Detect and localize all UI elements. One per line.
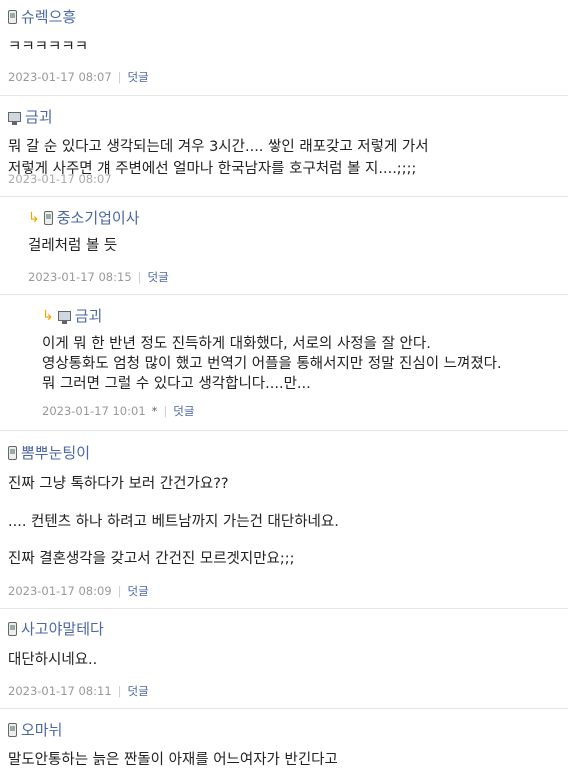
comment-text: 저렇게 사주면 걔 주변에선 얼마나 한국남자를 호구처럼 볼 지....;;;…: [8, 161, 417, 177]
comment-author[interactable]: 슈렉으흥: [8, 6, 76, 27]
comment-item: 오마뉘 말도안통하는 늙은 짠돌이 아재를 어느여자가 반긴다고: [0, 709, 568, 770]
comment-date: 2023-01-17 08:09: [8, 584, 112, 598]
mobile-phone-icon: [8, 445, 17, 460]
reply-link[interactable]: 덧글: [128, 683, 149, 699]
reply-item: ↳ 중소기업이사 걸레처럼 볼 듯 2023-01-17 08:15 | 덧글: [0, 197, 568, 295]
comment-text: 대단하시네요..: [8, 652, 98, 668]
reply-link[interactable]: 덧글: [128, 69, 149, 85]
mobile-phone-icon: [8, 9, 17, 24]
comment-item: 뽐뿌눈팅이 진짜 그냥 톡하다가 보러 간건가요?? .... 컨텐츠 하나 하…: [0, 431, 568, 609]
reply-item: ↳ 금괴 이게 뭐 한 반년 정도 진득하게 대화했다, 서로의 사정을 잘 안…: [0, 295, 568, 431]
meta-separator: |: [117, 70, 122, 84]
comment-text: .... 컨텐츠 하나 하려고 베트남까지 가는건 대단하네요.: [8, 514, 339, 530]
comment-text: 영상통화도 엄청 많이 했고 번역기 어플을 통해서지만 정말 진심이 느껴졌다…: [42, 356, 502, 372]
reply-link[interactable]: 덧글: [173, 403, 194, 419]
reply-arrow-icon: ↳: [28, 209, 40, 226]
author-name[interactable]: 중소기업이사: [57, 207, 140, 228]
comment-author[interactable]: 오마뉘: [8, 719, 62, 740]
comment-author[interactable]: ↳ 중소기업이사: [28, 207, 140, 228]
meta-separator: |: [117, 684, 122, 698]
comment-author[interactable]: 사고야말테다: [8, 618, 104, 639]
meta-separator: |: [163, 404, 168, 418]
comment-meta: 2023-01-17 08:11 | 덧글: [8, 683, 149, 699]
meta-separator: |: [117, 584, 122, 598]
author-name[interactable]: 금괴: [25, 106, 53, 127]
comment-text: 뭐 갈 순 있다고 생각되는데 겨우 3시간.... 쌓인 래포갖고 저렇게 가…: [8, 139, 429, 155]
author-name[interactable]: 뽐뿌눈팅이: [21, 442, 90, 463]
comment-meta: 2023-01-17 08:07 | 덧글: [8, 69, 149, 85]
comment-meta: 2023-01-17 08:09 | 덧글: [8, 583, 149, 599]
comment-text: 걸레처럼 볼 듯: [28, 238, 118, 254]
comment-date: 2023-01-17 08:11: [8, 684, 112, 698]
comment-text: 뭐 그러면 그럴 수 있다고 생각합니다....만...: [42, 376, 311, 392]
reply-arrow-icon: ↳: [42, 307, 54, 324]
comment-author[interactable]: 뽐뿌눈팅이: [8, 442, 90, 463]
comment-date: 2023-01-17 10:01: [42, 404, 146, 418]
comment-item: 금괴 뭐 갈 순 있다고 생각되는데 겨우 3시간.... 쌓인 래포갖고 저렇…: [0, 96, 568, 197]
author-name[interactable]: 금괴: [75, 305, 103, 326]
comment-text: ㅋㅋㅋㅋㅋㅋ: [8, 39, 89, 55]
mobile-phone-icon: [8, 621, 17, 636]
comment-meta: 2023-01-17 08:15 | 덧글: [28, 269, 169, 285]
reply-link[interactable]: 덧글: [148, 269, 169, 285]
meta-separator: |: [137, 270, 142, 284]
comment-text: 말도안통하는 늙은 짠돌이 아재를 어느여자가 반긴다고: [8, 752, 338, 768]
comment-item: 사고야말테다 대단하시네요.. 2023-01-17 08:11 | 덧글: [0, 609, 568, 709]
comment-date: 2023-01-17 08:07: [8, 70, 112, 84]
author-name[interactable]: 오마뉘: [21, 719, 62, 740]
mobile-phone-icon: [43, 210, 53, 225]
edited-mark: *: [151, 404, 158, 418]
comment-meta: 2023-01-17 10:01 * | 덧글: [42, 403, 194, 419]
desktop-pc-icon: [8, 111, 21, 125]
desktop-pc-icon: [57, 310, 71, 324]
comment-item: 슈렉으흥 ㅋㅋㅋㅋㅋㅋ 2023-01-17 08:07 | 덧글: [0, 0, 568, 96]
comment-text: 진짜 결혼생각을 갖고서 간건진 모르겟지만요;;;: [8, 551, 295, 567]
reply-link[interactable]: 덧글: [128, 583, 149, 599]
comment-text: 진짜 그냥 톡하다가 보러 간건가요??: [8, 476, 229, 492]
mobile-phone-icon: [8, 722, 17, 737]
comment-date: 2023-01-17 08:15: [28, 270, 132, 284]
comment-author[interactable]: ↳ 금괴: [42, 305, 102, 326]
author-name[interactable]: 사고야말테다: [21, 618, 104, 639]
comment-author[interactable]: 금괴: [8, 106, 53, 127]
comment-text: 이게 뭐 한 반년 정도 진득하게 대화했다, 서로의 사정을 잘 안다.: [42, 336, 431, 352]
author-name[interactable]: 슈렉으흥: [21, 6, 76, 27]
